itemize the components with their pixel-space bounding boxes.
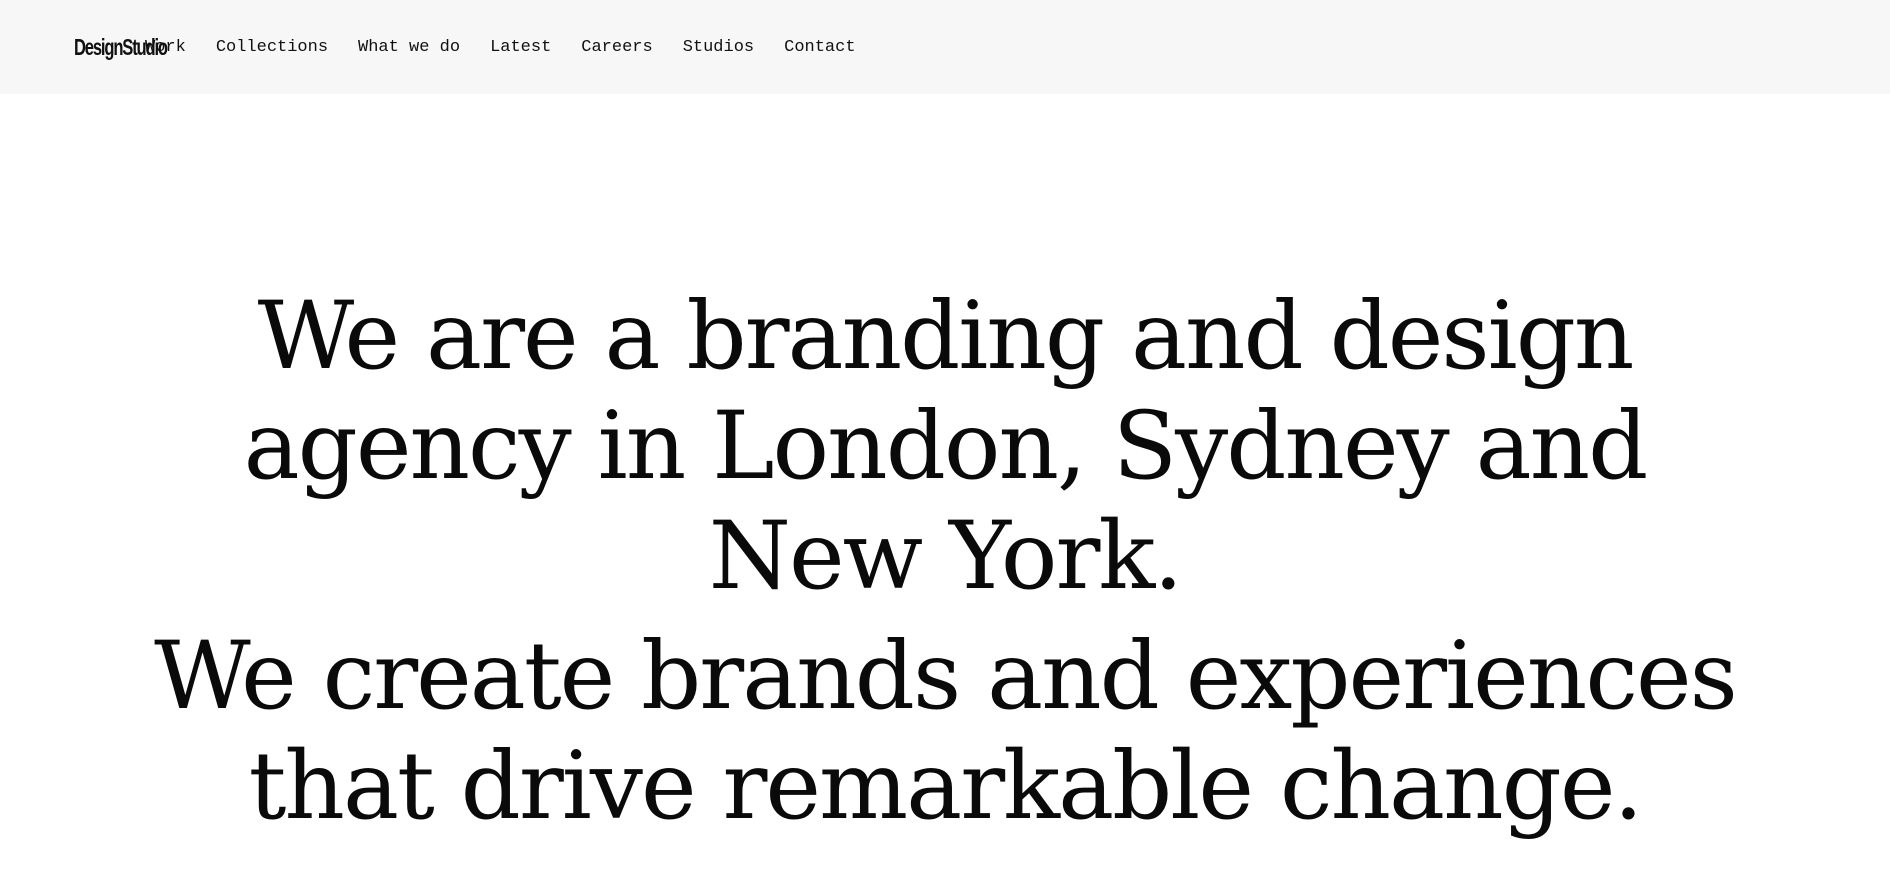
hero-line: that drive remarkable change.	[248, 732, 1644, 841]
nav-item-latest[interactable]: Latest	[490, 38, 551, 57]
hero-statement-mission: We create brands and experiences that dr…	[0, 622, 1890, 842]
site-header: DesignStudio Work Collections What we do…	[0, 0, 1890, 94]
hero-line: agency in London, Sydney and	[243, 392, 1649, 501]
nav-item-what-we-do[interactable]: What we do	[358, 38, 460, 57]
hero-section: We are a branding and design agency in L…	[0, 282, 1890, 842]
nav-item-contact[interactable]: Contact	[784, 38, 855, 57]
nav-item-studios[interactable]: Studios	[683, 38, 754, 57]
hero-line: New York.	[708, 502, 1183, 611]
nav-item-collections[interactable]: Collections	[216, 38, 328, 57]
nav-item-careers[interactable]: Careers	[581, 38, 652, 57]
site-logo[interactable]: DesignStudio	[74, 34, 175, 61]
hero-line: We create brands and experiences	[154, 622, 1738, 731]
hero-line: We are a branding and design	[257, 282, 1635, 391]
hero-statement-location: We are a branding and design agency in L…	[0, 282, 1890, 612]
main-nav: Work Collections What we do Latest Caree…	[145, 38, 886, 57]
